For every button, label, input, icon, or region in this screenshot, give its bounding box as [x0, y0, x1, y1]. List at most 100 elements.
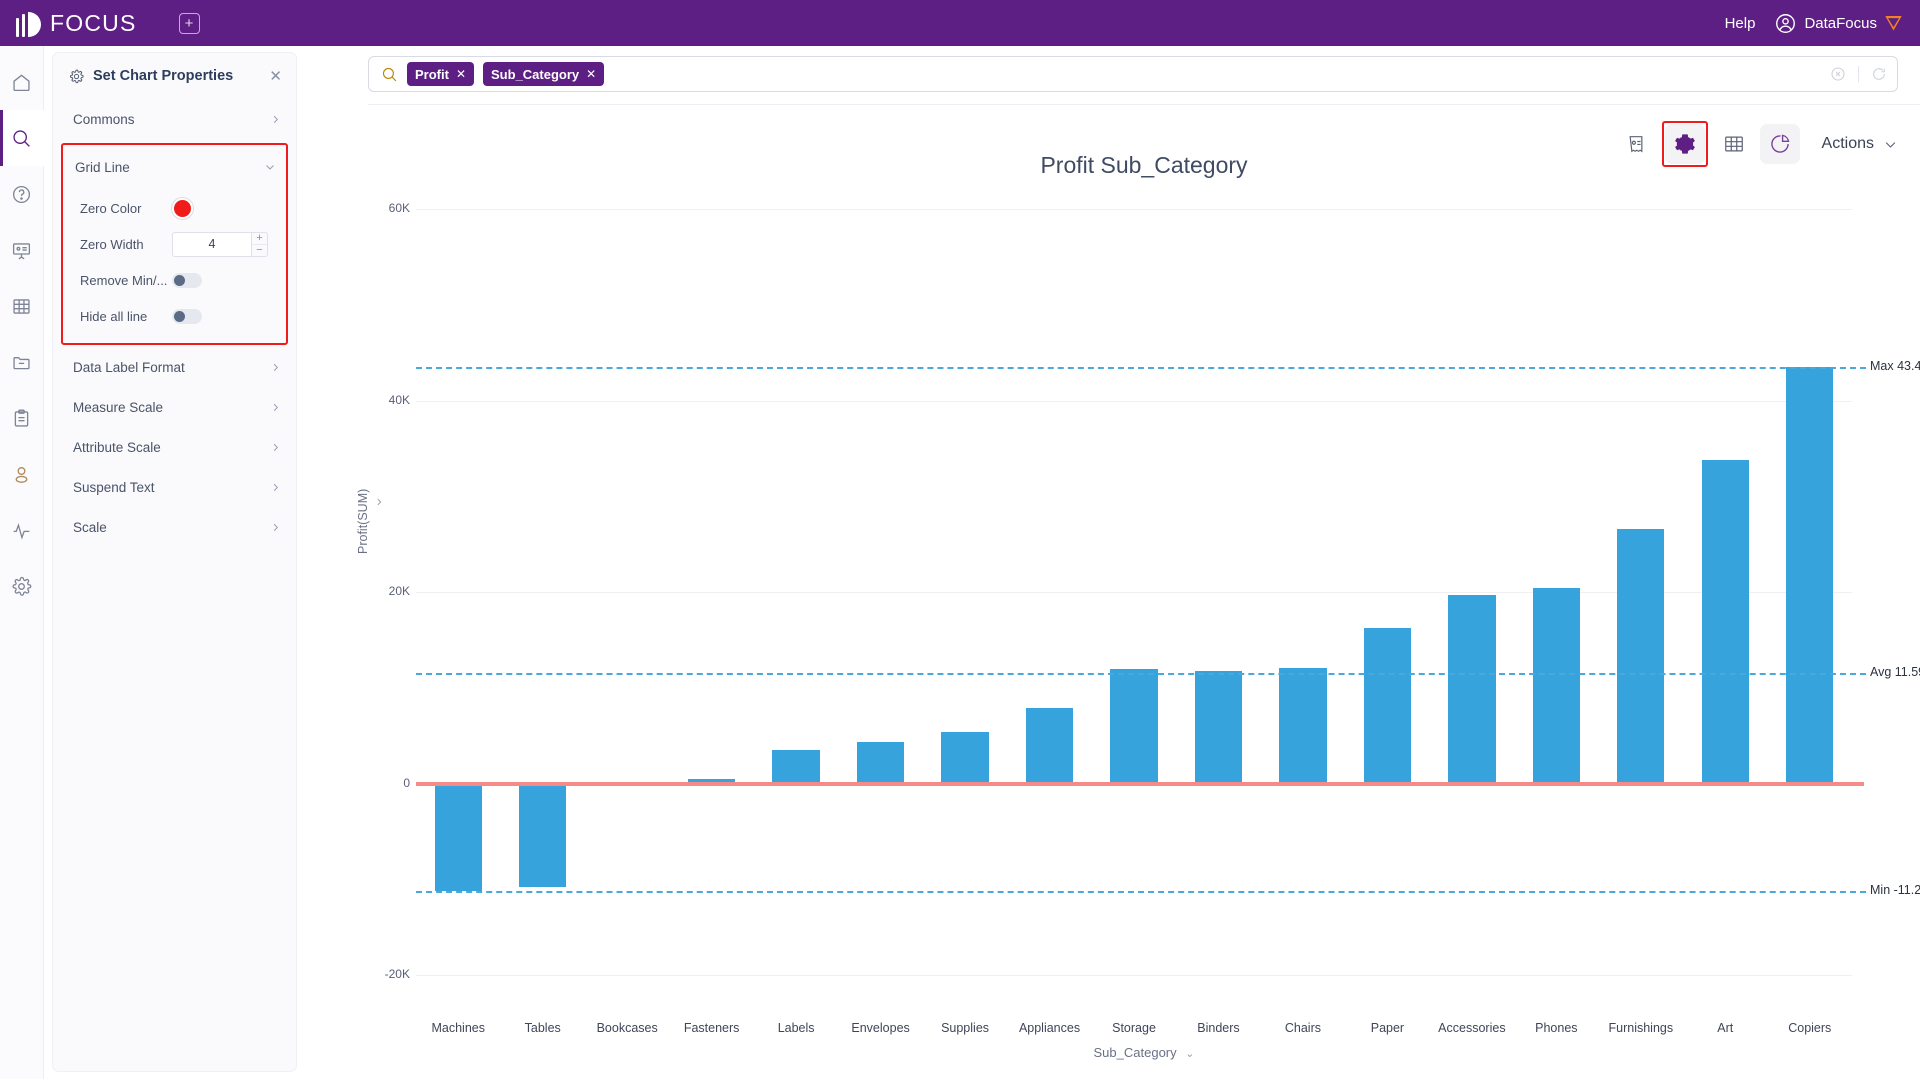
- y-axis-title: Profit(SUM): [356, 488, 370, 554]
- x-axis-tick-label: Envelopes: [851, 1021, 910, 1035]
- refresh-icon[interactable]: [1871, 66, 1887, 82]
- chart-bar[interactable]: [1448, 594, 1496, 784]
- stepper-increment-button[interactable]: +: [252, 232, 267, 245]
- x-axis-tick-label: Tables: [524, 1021, 561, 1035]
- grid-line-settings-group: Grid Line Zero Color Zero Width + − Remo…: [61, 143, 288, 345]
- panel-section-commons[interactable]: Commons: [53, 99, 296, 139]
- zero-color-label: Zero Color: [80, 200, 142, 216]
- search-chip-sub-category[interactable]: Sub_Category ✕: [483, 62, 605, 86]
- hide-all-line-row: Hide all line: [63, 301, 286, 331]
- actions-label: Actions: [1821, 135, 1874, 152]
- sidebar-item-user[interactable]: [0, 446, 44, 502]
- x-axis-tick-label: Labels: [777, 1021, 815, 1035]
- left-nav-rail: [0, 46, 44, 1079]
- remove-min-max-toggle[interactable]: [172, 272, 202, 288]
- sidebar-item-folder[interactable]: [0, 334, 44, 390]
- chevron-right-icon[interactable]: [374, 497, 384, 510]
- actions-menu[interactable]: Actions: [1822, 135, 1898, 153]
- chart-bar[interactable]: [941, 731, 989, 784]
- x-axis-tick-label: Copiers: [1788, 1021, 1832, 1035]
- chart-bar[interactable]: [856, 742, 905, 784]
- chart-bar[interactable]: [519, 783, 567, 887]
- panel-section-scale[interactable]: Scale: [53, 507, 296, 547]
- sidebar-item-home[interactable]: [0, 54, 44, 110]
- close-icon[interactable]: ✕: [456, 67, 466, 81]
- gear-icon: [69, 69, 84, 83]
- x-axis-title[interactable]: Sub_Category ⌄: [368, 1045, 1920, 1060]
- user-icon: [15, 466, 28, 483]
- hide-all-line-toggle[interactable]: [172, 308, 202, 324]
- search-chip-profit[interactable]: Profit ✕: [407, 62, 475, 86]
- zero-width-label: Zero Width: [80, 236, 144, 252]
- y-axis-tick-label: 20K: [388, 584, 410, 598]
- section-label: Measure Scale: [73, 399, 164, 415]
- x-axis-tick-label: Furnishings: [1608, 1021, 1674, 1035]
- panel-section-grid-line[interactable]: Grid Line: [63, 147, 286, 187]
- sidebar-item-help[interactable]: [0, 166, 44, 222]
- sidebar-item-search[interactable]: [0, 110, 44, 166]
- section-label: Attribute Scale: [73, 439, 161, 455]
- plus-square-icon[interactable]: +: [178, 12, 200, 34]
- sidebar-item-settings[interactable]: [0, 558, 44, 614]
- app-logo[interactable]: FOCUS: [16, 10, 137, 37]
- home-icon: [13, 73, 30, 91]
- diamond-badge-icon: [1885, 15, 1902, 31]
- folder-minus-icon: [13, 356, 30, 369]
- chart-bar[interactable]: [1279, 667, 1327, 784]
- chart-bar[interactable]: [1110, 668, 1158, 784]
- search-icon: [382, 67, 397, 81]
- chart-bar[interactable]: [1701, 459, 1749, 784]
- stepper-decrement-button[interactable]: −: [252, 244, 267, 256]
- panel-section-suspend-text[interactable]: Suspend Text: [53, 467, 296, 507]
- search-actions: [1830, 66, 1887, 82]
- activity-pulse-icon: [13, 522, 30, 540]
- chevron-right-icon: [270, 114, 281, 125]
- close-icon[interactable]: ✕: [586, 67, 596, 81]
- chevron-right-icon: [270, 482, 281, 493]
- y-axis-tick-label: -20K: [384, 967, 410, 981]
- question-circle-icon: [12, 185, 31, 203]
- zero-color-swatch[interactable]: [172, 197, 193, 219]
- presentation-icon: [12, 242, 31, 259]
- sidebar-item-activity[interactable]: [0, 502, 44, 558]
- zero-width-stepper[interactable]: + −: [172, 231, 268, 257]
- sidebar-item-presentation[interactable]: [0, 222, 44, 278]
- zero-width-input[interactable]: [172, 231, 251, 257]
- chart-bar[interactable]: [1617, 528, 1665, 784]
- x-axis-tick-label: Chairs: [1284, 1021, 1321, 1035]
- help-link[interactable]: Help: [1725, 15, 1756, 32]
- chart-bar[interactable]: [1532, 588, 1580, 784]
- chart-bar[interactable]: [1025, 707, 1074, 784]
- chart-bar[interactable]: [1194, 670, 1243, 784]
- page-title: Set Chart Properties: [93, 68, 234, 84]
- chevron-down-icon: [1885, 141, 1896, 148]
- chip-label: Profit: [415, 66, 449, 82]
- chevron-right-icon: [270, 442, 281, 453]
- user-circle-icon: [1776, 13, 1796, 33]
- zero-width-row: Zero Width + −: [63, 229, 286, 259]
- clear-circle-icon[interactable]: [1830, 66, 1846, 82]
- section-label: Commons: [73, 111, 135, 127]
- chart-bar[interactable]: [1363, 628, 1412, 784]
- sidebar-item-table[interactable]: [0, 278, 44, 334]
- chevron-right-icon: [270, 362, 281, 373]
- close-icon[interactable]: ✕: [269, 69, 282, 84]
- chevron-right-icon: [270, 522, 281, 533]
- chart-bar[interactable]: [772, 749, 820, 784]
- chart-bar[interactable]: [434, 783, 482, 892]
- chart-plot-area: Profit(SUM) 60K 40K 20K 0 -20K Machines Tables…: [356, 201, 1920, 1080]
- reference-line: [416, 367, 1866, 370]
- chart-bar[interactable]: [1786, 367, 1834, 784]
- chevron-down-icon: ⌄: [1185, 1048, 1195, 1060]
- panel-section-measure-scale[interactable]: Measure Scale: [53, 387, 296, 427]
- panel-section-data-label-format[interactable]: Data Label Format: [53, 347, 296, 387]
- user-menu[interactable]: DataFocus: [1775, 13, 1902, 34]
- x-axis-tick-label: Storage: [1112, 1021, 1156, 1035]
- sidebar-item-clipboard[interactable]: [0, 390, 44, 446]
- search-bar[interactable]: Profit ✕ Sub_Category ✕: [368, 56, 1898, 92]
- x-axis-tick-label: Art: [1717, 1021, 1734, 1035]
- divider: [1858, 66, 1859, 82]
- panel-header: Set Chart Properties ✕: [53, 53, 296, 99]
- panel-section-attribute-scale[interactable]: Attribute Scale: [53, 427, 296, 467]
- y-gridline: [416, 400, 1852, 402]
